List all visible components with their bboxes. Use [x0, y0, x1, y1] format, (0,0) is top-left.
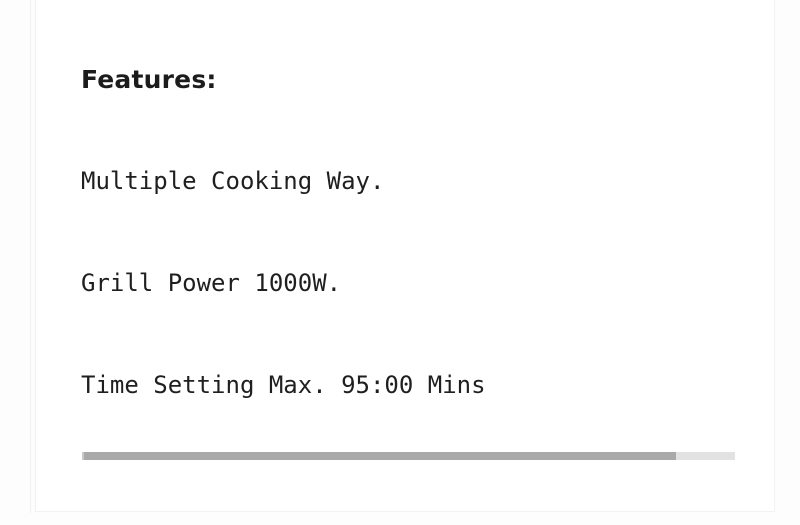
- feature-line-microwave-power-levels: 6 Microwave Power Levels.: [81, 465, 736, 472]
- scrollbar-thumb[interactable]: [82, 452, 677, 460]
- card-body: Features: Multiple Cooking Way. Grill Po…: [36, 0, 774, 511]
- page-left-rule: [30, 0, 31, 513]
- feature-line-grill-power: Grill Power 1000W.: [81, 269, 342, 297]
- feature-line-time-setting: Time Setting Max. 95:00 Mins: [81, 371, 486, 399]
- product-features-card: Features: Multiple Cooking Way. Grill Po…: [35, 0, 775, 512]
- features-heading: Features:: [81, 65, 217, 94]
- features-text-block: Features: Multiple Cooking Way. Grill Po…: [81, 0, 736, 472]
- horizontal-scrollbar[interactable]: [82, 451, 735, 461]
- features-scroll-viewport[interactable]: Features: Multiple Cooking Way. Grill Po…: [81, 0, 736, 472]
- feature-line-multiple-cooking-way: Multiple Cooking Way.: [81, 167, 385, 195]
